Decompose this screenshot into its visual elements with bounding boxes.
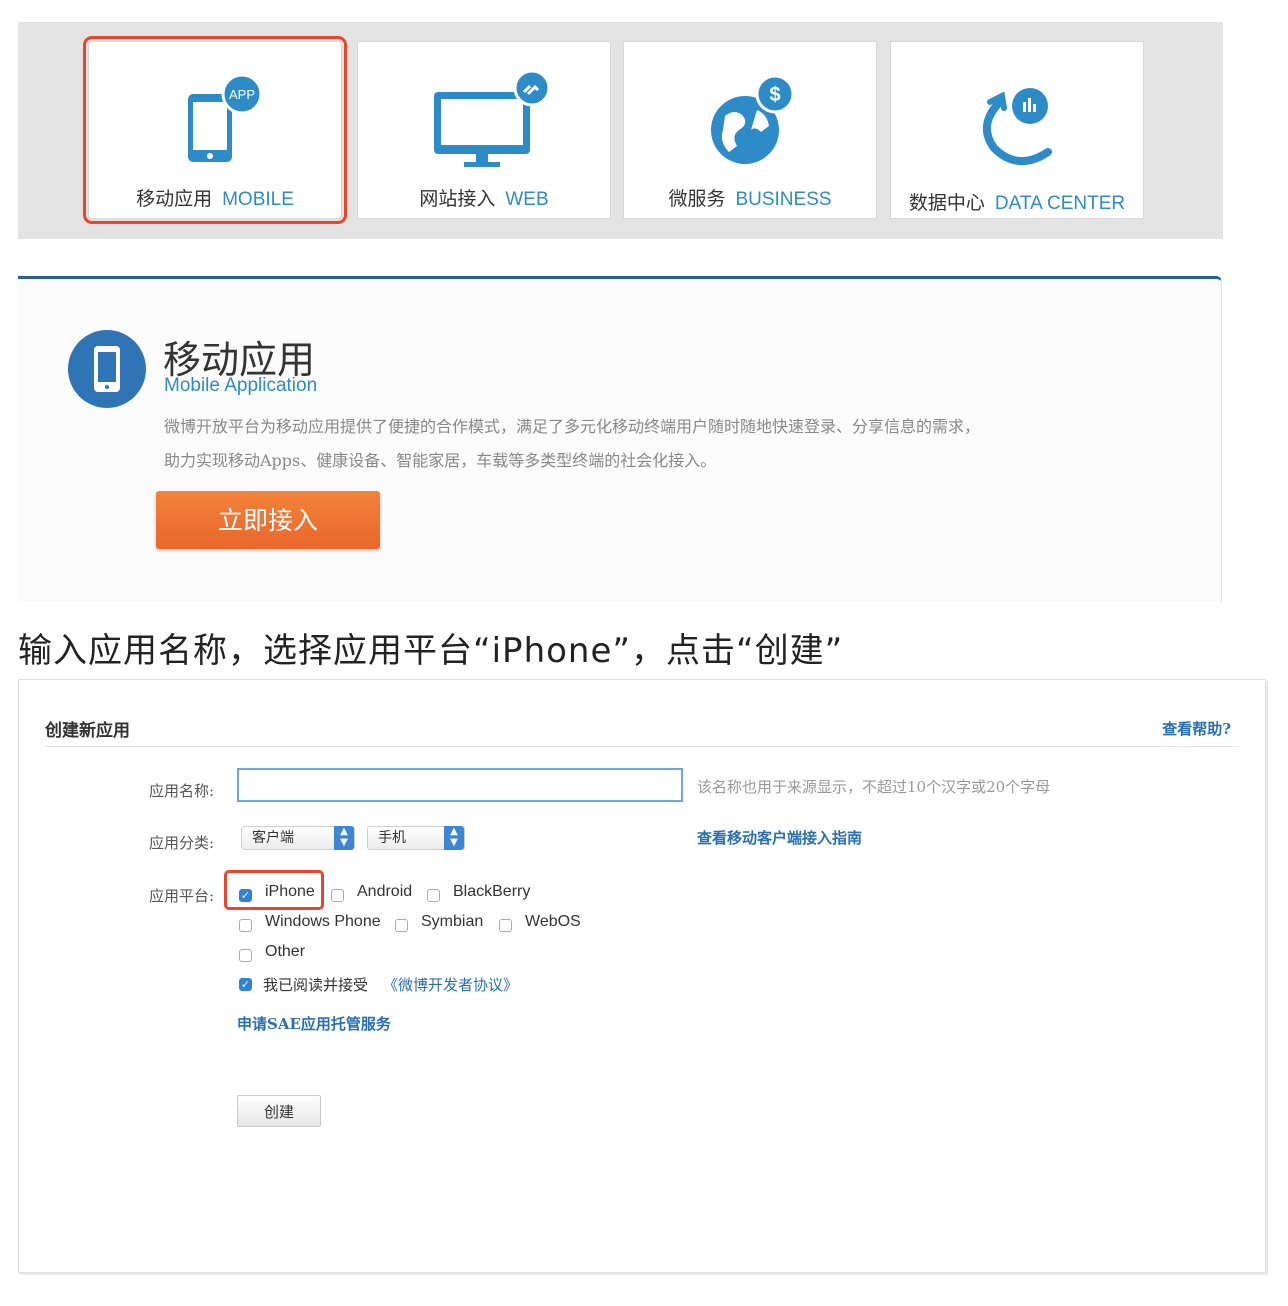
agree-checkbox[interactable]: ✓ <box>239 978 252 991</box>
mobile-access-guide-link[interactable]: 查看移动客户端接入指南 <box>697 827 862 848</box>
platform-label-webos: WebOS <box>525 913 581 930</box>
sae-hosting-link[interactable]: 申请SAE应用托管服务 <box>237 1013 391 1034</box>
access-now-button[interactable]: 立即接入 <box>156 491 380 549</box>
form-divider <box>45 746 1239 747</box>
platform-checkbox-webos[interactable] <box>499 919 512 932</box>
platform-label-windows-phone: Windows Phone <box>265 913 381 930</box>
category-select[interactable]: 客户端 ▲ ▼ <box>241 826 355 850</box>
instruction-text: 输入应用名称，选择应用平台“iPhone”，点击“创建” <box>18 631 844 671</box>
platform-checkbox-iphone[interactable]: ✓ <box>239 889 252 902</box>
category-card-business[interactable]: $ 微服务 BUSINESS <box>623 41 877 219</box>
platform-checkbox-blackberry[interactable] <box>427 889 440 902</box>
developer-agreement-link[interactable]: 《微博开发者协议》 <box>383 974 518 995</box>
platform-label-other: Other <box>265 943 306 960</box>
platform-label-iphone: iPhone <box>265 883 315 900</box>
create-button[interactable]: 创建 <box>237 1095 321 1127</box>
panel-description-line: 微博开放平台为移动应用提供了便捷的合作模式，满足了多元化移动终端用户随时随地快速… <box>164 417 981 436</box>
create-app-form: 创建新应用 查看帮助? 应用名称: 该名称也用于来源显示，不超过10个汉字或20… <box>18 679 1266 1273</box>
device-select[interactable]: 手机 ▲ ▼ <box>367 826 465 850</box>
category-card-data-center[interactable]: 数据中心 DATA CENTER <box>890 41 1144 219</box>
platform-checkbox-symbian[interactable] <box>395 919 408 932</box>
select-arrows-icon: ▲ ▼ <box>444 826 464 850</box>
platform-label-android: Android <box>357 883 413 900</box>
mobile-phone-icon <box>68 330 146 408</box>
app-platform-label: 应用平台: <box>149 887 215 905</box>
app-category-label: 应用分类: <box>149 834 215 852</box>
category-card-mobile[interactable]: APP 移动应用 MOBILE <box>83 36 347 224</box>
web-monitor-icon <box>358 72 610 172</box>
panel-description-line: 助力实现移动Apps、健康设备、智能家居，车载等多类型终端的社会化接入。 <box>164 451 717 470</box>
mobile-application-panel: 移动应用 Mobile Application 微博开放平台为移动应用提供了便捷… <box>18 276 1222 602</box>
category-card-web[interactable]: 网站接入 WEB <box>357 41 611 219</box>
platform-checkbox-android[interactable] <box>331 889 344 902</box>
app-name-label: 应用名称: <box>149 782 215 800</box>
svg-text:APP: APP <box>229 87 255 102</box>
category-label: 网站接入 WEB <box>419 188 549 210</box>
category-label: 微服务 BUSINESS <box>668 188 832 210</box>
globe-dollar-icon: $ <box>624 72 876 172</box>
mobile-app-icon: APP <box>89 72 341 172</box>
category-label: 移动应用 MOBILE <box>136 188 294 210</box>
category-strip: APP 移动应用 MOBILE 网站接入 WEB $ 微服务 BUSINESS … <box>18 22 1223 239</box>
platform-checkbox-other[interactable] <box>239 949 252 962</box>
svg-text:$: $ <box>769 84 780 106</box>
form-title: 创建新应用 <box>45 721 130 741</box>
help-link[interactable]: 查看帮助? <box>1162 718 1231 739</box>
category-select-value: 客户端 <box>252 830 294 846</box>
platform-label-blackberry: BlackBerry <box>453 883 531 900</box>
app-name-input[interactable] <box>237 768 683 802</box>
data-center-icon <box>891 72 1143 172</box>
platform-checkbox-windows-phone[interactable] <box>239 919 252 932</box>
category-label: 数据中心 DATA CENTER <box>908 192 1126 214</box>
agree-text: 我已阅读并接受 <box>263 976 369 994</box>
panel-subtitle: Mobile Application <box>164 375 318 396</box>
platform-label-symbian: Symbian <box>421 913 484 930</box>
app-name-hint: 该名称也用于来源显示，不超过10个汉字或20个字母 <box>697 778 1051 796</box>
device-select-value: 手机 <box>378 830 406 846</box>
select-arrows-icon: ▲ ▼ <box>334 826 354 850</box>
